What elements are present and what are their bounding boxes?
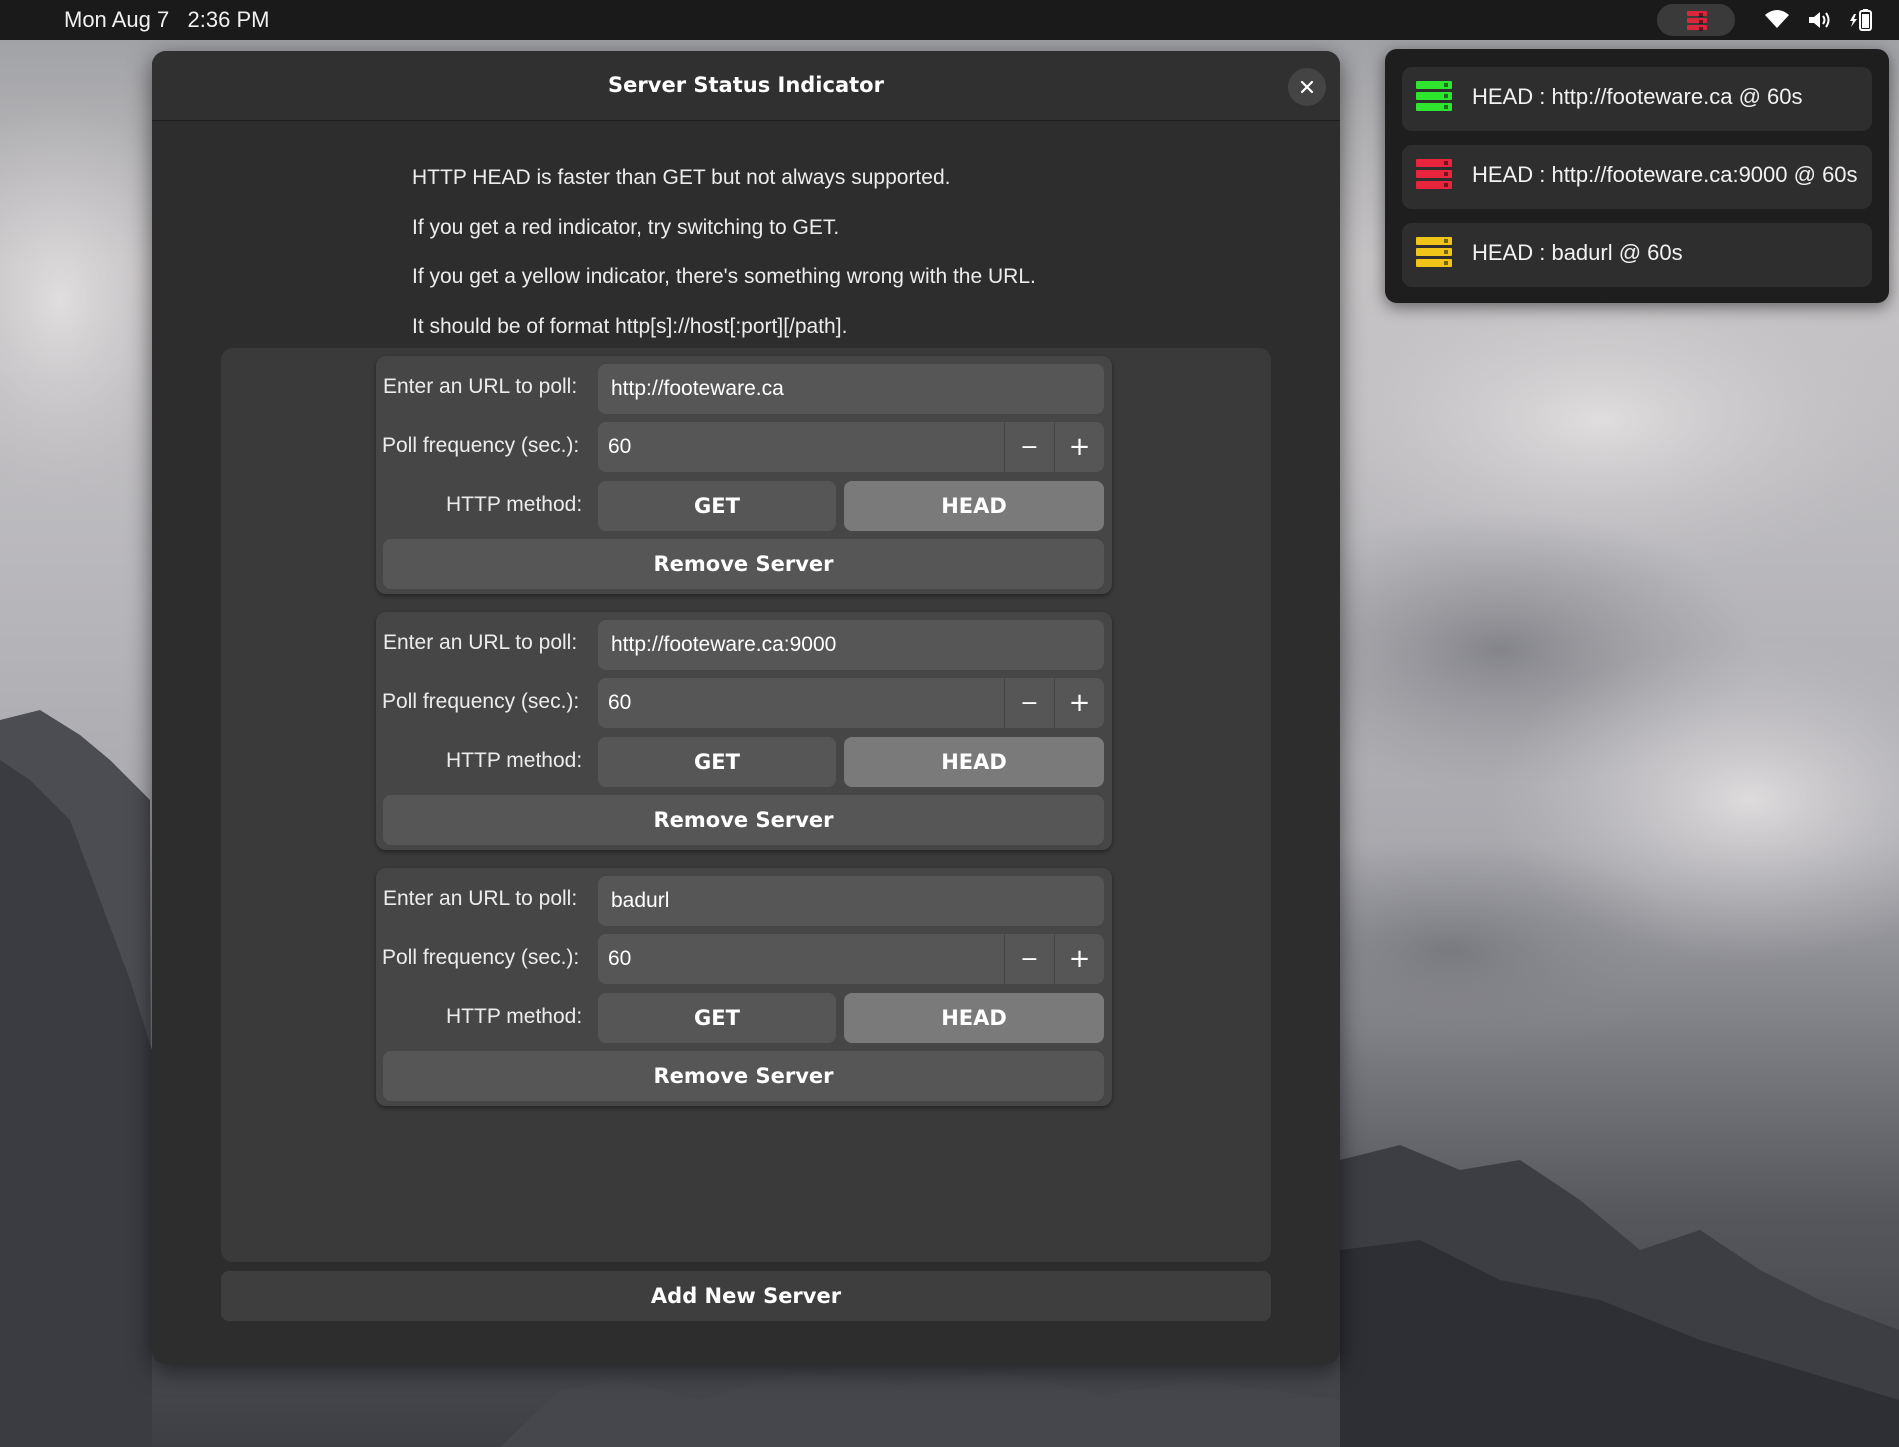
menu-item-server[interactable]: HEAD : http://footeware.ca @ 60s [1402,67,1872,131]
close-button[interactable] [1288,68,1326,106]
server-status-icon [1416,81,1452,114]
method-label: HTTP method: [446,1005,583,1028]
remove-server-button[interactable]: Remove Server [383,539,1104,589]
method-label: HTTP method: [446,749,583,772]
poll-frequency-spinbutton[interactable]: 60 − + [598,678,1104,728]
freq-label: Poll frequency (sec.): [382,434,580,457]
help-line: If you get a red indicator, try switchin… [412,215,840,239]
battery-icon[interactable] [1848,8,1874,32]
url-input[interactable] [598,876,1104,926]
help-line: HTTP HEAD is faster than GET but not alw… [412,166,951,189]
url-label: Enter an URL to poll: [383,375,578,398]
menu-item-server[interactable]: HEAD : badurl @ 60s [1402,223,1872,287]
clock-date: Mon Aug 7 [64,7,170,32]
freq-label: Poll frequency (sec.): [382,690,580,713]
minus-icon: − [1020,434,1039,460]
method-get-toggle[interactable]: GET [598,737,836,787]
poll-frequency-spinbutton[interactable]: 60 − + [598,934,1104,984]
url-label: Enter an URL to poll: [383,887,578,910]
server-status-icon [1416,237,1452,270]
menu-item-label: HEAD : http://footeware.ca:9000 @ 60s [1472,162,1858,187]
method-get-toggle[interactable]: GET [598,481,836,531]
servers-list[interactable]: Enter an URL to poll: Poll frequency (se… [221,348,1271,1262]
server-status-indicator-button[interactable] [1657,4,1735,36]
decrement-button[interactable]: − [1004,422,1054,472]
volume-icon[interactable] [1806,8,1832,32]
help-line: If you get a yellow indicator, there's s… [412,265,1036,288]
method-head-toggle[interactable]: HEAD [844,737,1104,787]
url-input[interactable] [598,364,1104,414]
top-bar: Mon Aug 7 2:36 PM [0,0,1899,40]
freq-label: Poll frequency (sec.): [382,946,580,969]
server-status-icon [1416,159,1452,192]
method-label: HTTP method: [446,493,583,516]
plus-icon: + [1068,688,1091,718]
method-head-toggle[interactable]: HEAD [844,481,1104,531]
plus-icon: + [1068,944,1091,974]
minus-icon: − [1020,690,1039,716]
help-text: HTTP HEAD is faster than GET but not alw… [412,163,1036,361]
poll-frequency-value[interactable]: 60 [608,691,631,715]
poll-frequency-spinbutton[interactable]: 60 − + [598,422,1104,472]
decrement-button[interactable]: − [1004,934,1054,984]
clock-time: 2:36 PM [187,7,270,32]
increment-button[interactable]: + [1054,678,1104,728]
poll-frequency-value[interactable]: 60 [608,435,631,459]
server-card: Enter an URL to poll: Poll frequency (se… [376,868,1112,1106]
clock[interactable]: Mon Aug 7 2:36 PM [64,7,269,33]
increment-button[interactable]: + [1054,934,1104,984]
remove-server-button[interactable]: Remove Server [383,1051,1104,1101]
menu-item-server[interactable]: HEAD : http://footeware.ca:9000 @ 60s [1402,145,1872,209]
method-head-toggle[interactable]: HEAD [844,993,1104,1043]
url-label: Enter an URL to poll: [383,631,578,654]
close-icon [1300,80,1314,94]
method-get-toggle[interactable]: GET [598,993,836,1043]
indicator-menu: HEAD : http://footeware.ca @ 60s HEAD : … [1385,49,1889,303]
server-card: Enter an URL to poll: Poll frequency (se… [376,356,1112,594]
minus-icon: − [1020,946,1039,972]
decrement-button[interactable]: − [1004,678,1054,728]
dialog-header: Server Status Indicator [152,51,1340,121]
dialog-title: Server Status Indicator [608,73,884,97]
menu-item-label: HEAD : badurl @ 60s [1472,240,1683,265]
server-status-dialog: Server Status Indicator HTTP HEAD is fas… [152,51,1340,1364]
menu-item-label: HEAD : http://footeware.ca @ 60s [1472,84,1803,109]
increment-button[interactable]: + [1054,422,1104,472]
server-card: Enter an URL to poll: Poll frequency (se… [376,612,1112,850]
add-new-server-button[interactable]: Add New Server [221,1271,1271,1321]
plus-icon: + [1068,432,1091,462]
remove-server-button[interactable]: Remove Server [383,795,1104,845]
wifi-icon[interactable] [1764,8,1790,32]
url-input[interactable] [598,620,1104,670]
poll-frequency-value[interactable]: 60 [608,947,631,971]
server-status-icon [1687,11,1707,32]
